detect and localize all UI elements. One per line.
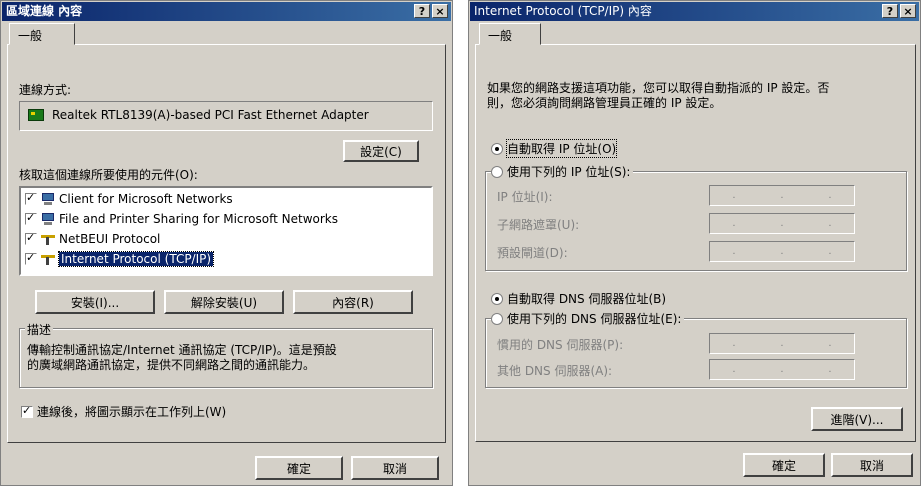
components-list[interactable]: Client for Microsoft Networks File and P… xyxy=(19,186,433,276)
subnet-mask-label: 子網路遮罩(U): xyxy=(497,218,580,232)
adapter-name: Realtek RTL8139(A)-based PCI Fast Ethern… xyxy=(52,108,369,122)
ip-address-label: IP 位址(I): xyxy=(497,190,553,204)
ip-dot: . xyxy=(828,338,832,349)
ip-dot: . xyxy=(828,364,832,375)
network-adapter-icon xyxy=(28,109,44,121)
list-item[interactable]: Internet Protocol (TCP/IP) xyxy=(25,251,215,267)
advanced-button[interactable]: 進階(V)... xyxy=(811,407,903,431)
list-item[interactable]: NetBEUI Protocol xyxy=(25,231,161,246)
help-button[interactable]: ? xyxy=(882,4,898,18)
list-item-label: NetBEUI Protocol xyxy=(59,232,161,246)
close-button[interactable]: × xyxy=(432,4,448,18)
manual-ip-label: 使用下列的 IP 位址(S): xyxy=(507,165,631,179)
ip-dot: . xyxy=(732,218,736,229)
checkbox[interactable] xyxy=(25,251,37,265)
close-button[interactable]: × xyxy=(900,4,916,18)
cancel-button[interactable]: 取消 xyxy=(351,456,439,480)
title-bar[interactable]: 區域連線 內容 ? × xyxy=(2,2,451,21)
radio-button[interactable] xyxy=(491,165,503,178)
list-item-label-selected: Internet Protocol (TCP/IP) xyxy=(57,251,215,267)
local-area-connection-properties-dialog: 區域連線 內容 ? × 一般 連線方式: Realtek RTL8139(A)-… xyxy=(0,0,453,486)
properties-button[interactable]: 內容(R) xyxy=(293,290,413,314)
radio-button[interactable] xyxy=(491,292,503,305)
subnet-mask-field[interactable]: ... xyxy=(709,213,855,234)
manual-ip-option[interactable]: 使用下列的 IP 位址(S): xyxy=(491,163,634,180)
checkbox[interactable] xyxy=(25,231,37,245)
title-bar[interactable]: Internet Protocol (TCP/IP) 內容 ? × xyxy=(470,2,919,21)
list-item[interactable]: File and Printer Sharing for Microsoft N… xyxy=(25,211,338,226)
intro-text-line-2: 則，您必須詢問網路管理員正確的 IP 設定。 xyxy=(487,96,722,110)
tab-general-label: 一般 xyxy=(488,29,513,43)
checkbox[interactable] xyxy=(25,211,37,225)
ip-dot: . xyxy=(828,246,832,257)
ok-button[interactable]: 確定 xyxy=(255,456,343,480)
list-item-label: Client for Microsoft Networks xyxy=(59,192,233,206)
ip-dot: . xyxy=(828,190,832,201)
ip-dot: . xyxy=(828,218,832,229)
ip-dot: . xyxy=(732,190,736,201)
list-item[interactable]: Client for Microsoft Networks xyxy=(25,191,233,206)
default-gateway-field[interactable]: ... xyxy=(709,241,855,262)
tab-general[interactable]: 一般 xyxy=(9,23,75,45)
protocol-icon xyxy=(41,233,55,245)
network-client-icon xyxy=(41,193,55,205)
ip-dot: . xyxy=(732,364,736,375)
ip-dot: . xyxy=(780,190,784,201)
tab-general[interactable]: 一般 xyxy=(479,23,541,45)
manual-dns-label: 使用下列的 DNS 伺服器位址(E): xyxy=(507,312,682,326)
auto-ip-option[interactable]: 自動取得 IP 位址(O) xyxy=(491,139,618,158)
list-item-label: File and Printer Sharing for Microsoft N… xyxy=(59,212,338,226)
radio-button[interactable] xyxy=(491,312,503,325)
radio-button[interactable] xyxy=(491,142,503,155)
ip-dot: . xyxy=(732,246,736,257)
protocol-icon xyxy=(41,253,55,265)
description-group-title: 描述 xyxy=(25,321,54,338)
checkbox[interactable] xyxy=(21,404,33,418)
tab-general-label: 一般 xyxy=(18,29,43,43)
adapter-box: Realtek RTL8139(A)-based PCI Fast Ethern… xyxy=(19,101,433,131)
ip-dot: . xyxy=(780,338,784,349)
ip-dot: . xyxy=(780,246,784,257)
manual-dns-option[interactable]: 使用下列的 DNS 伺服器位址(E): xyxy=(491,310,685,327)
show-icon-label: 連線後，將圖示顯示在工作列上(W) xyxy=(37,405,227,419)
ip-address-field[interactable]: ... xyxy=(709,185,855,206)
checkbox[interactable] xyxy=(25,191,37,205)
dialog-title: 區域連線 內容 xyxy=(6,4,83,18)
description-text-line-2: 的廣域網路通訊協定，提供不同網路之間的通訊能力。 xyxy=(27,358,316,372)
ok-button[interactable]: 確定 xyxy=(743,453,825,477)
ip-dot: . xyxy=(780,364,784,375)
alternate-dns-field[interactable]: ... xyxy=(709,359,855,380)
uninstall-button[interactable]: 解除安裝(U) xyxy=(164,290,284,314)
auto-ip-label: 自動取得 IP 位址(O) xyxy=(505,139,618,158)
preferred-dns-label: 慣用的 DNS 伺服器(P): xyxy=(497,338,624,352)
auto-dns-option[interactable]: 自動取得 DNS 伺服器位址(B) xyxy=(491,290,666,307)
help-button[interactable]: ? xyxy=(414,4,430,18)
configure-button[interactable]: 設定(C) xyxy=(343,140,419,162)
file-printer-sharing-icon xyxy=(41,213,55,225)
ip-dot: . xyxy=(780,218,784,229)
tcpip-properties-dialog: Internet Protocol (TCP/IP) 內容 ? × 一般 如果您… xyxy=(468,0,921,486)
ip-dot: . xyxy=(732,338,736,349)
connect-using-label: 連線方式: xyxy=(19,83,72,97)
preferred-dns-field[interactable]: ... xyxy=(709,333,855,354)
default-gateway-label: 預設閘道(D): xyxy=(497,246,568,260)
components-label: 核取這個連線所要使用的元件(O): xyxy=(19,168,198,182)
alternate-dns-label: 其他 DNS 伺服器(A): xyxy=(497,364,613,378)
auto-dns-label: 自動取得 DNS 伺服器位址(B) xyxy=(507,292,667,306)
install-button[interactable]: 安裝(I)... xyxy=(35,290,155,314)
dialog-title: Internet Protocol (TCP/IP) 內容 xyxy=(474,4,652,18)
show-icon-option[interactable]: 連線後，將圖示顯示在工作列上(W) xyxy=(21,403,226,420)
cancel-button[interactable]: 取消 xyxy=(831,453,913,477)
